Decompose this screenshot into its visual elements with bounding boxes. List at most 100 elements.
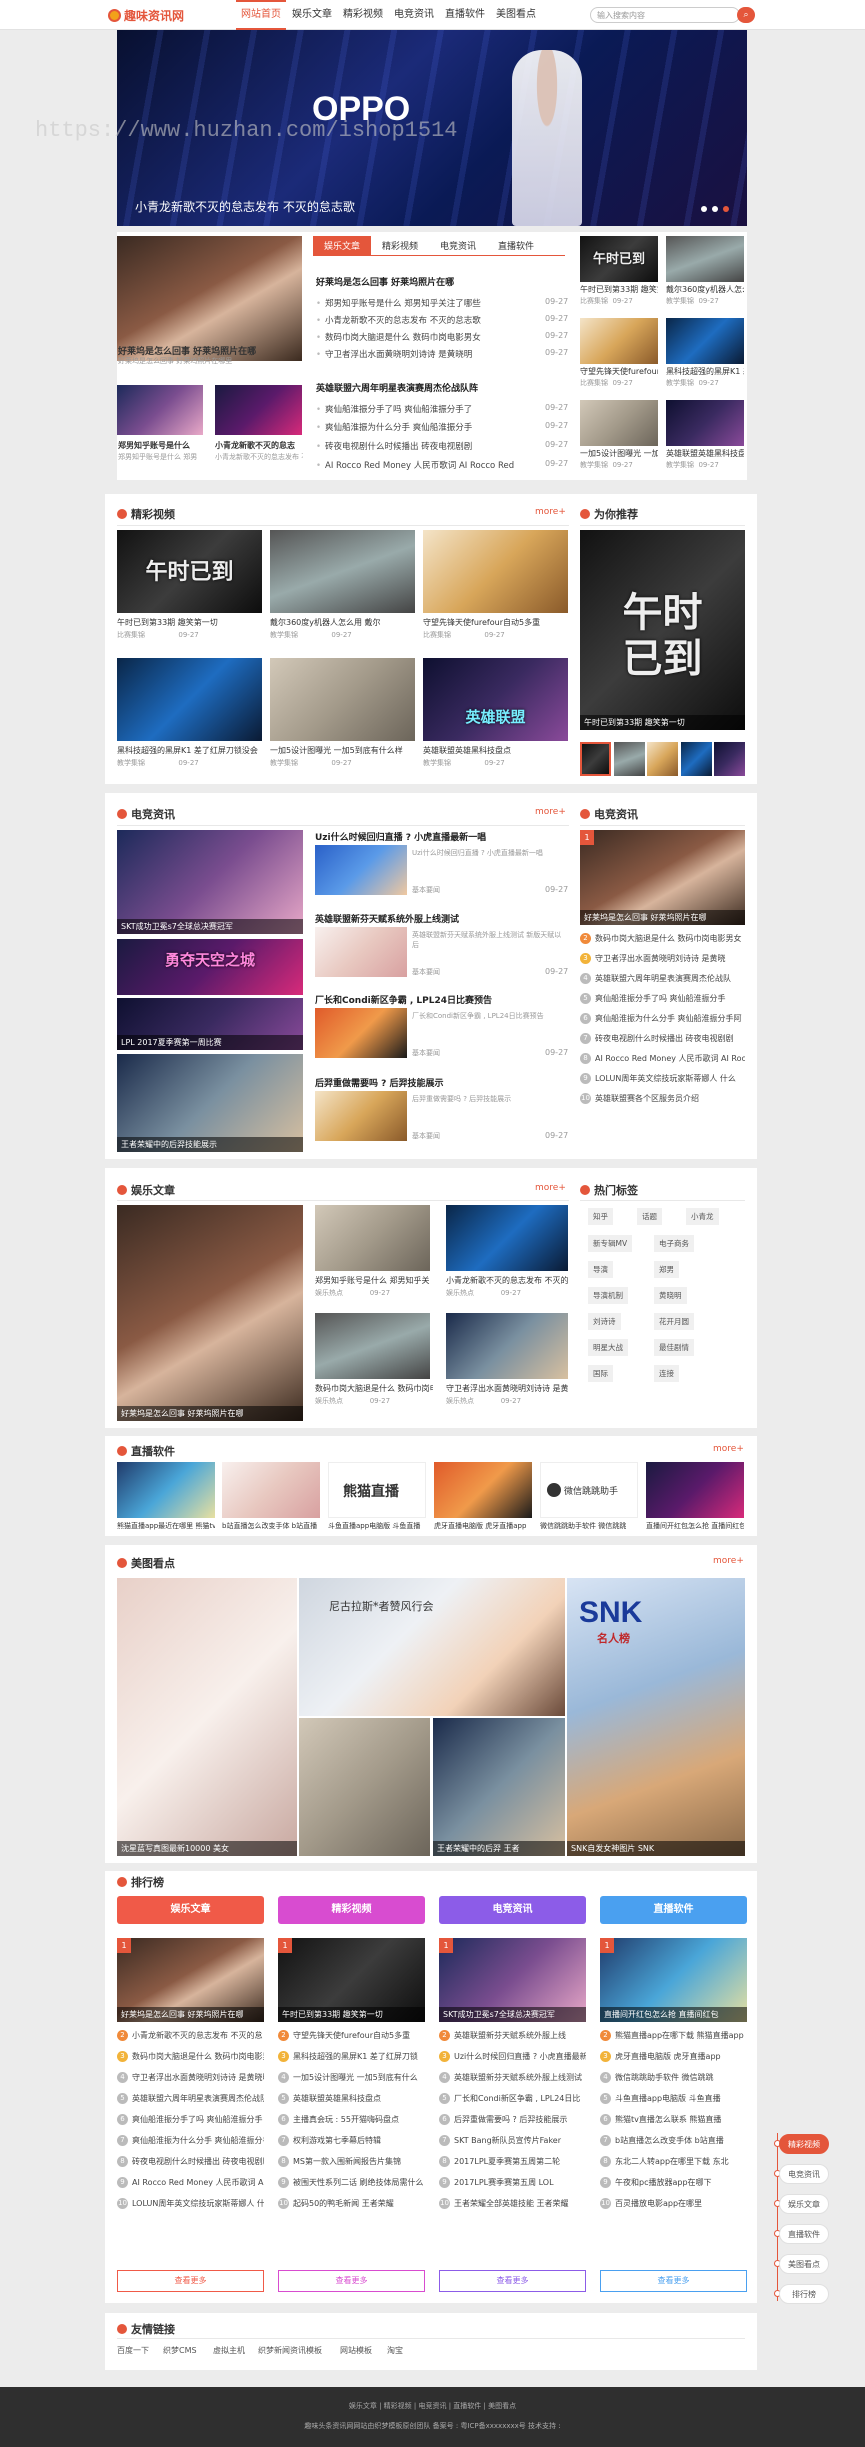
ranking-item[interactable]: 7 权利游戏第七季幕后特辑 xyxy=(278,2135,425,2146)
ranking-see-more-button[interactable]: 查看更多 xyxy=(117,2270,264,2292)
ranking-item[interactable]: 10 起码50的鸭毛新闻 王者荣耀 xyxy=(278,2198,425,2209)
live-thumb[interactable]: 熊猫直播 xyxy=(328,1462,426,1518)
live-caption[interactable]: 微信跳跳助手软件 微信跳跳 xyxy=(540,1521,638,1531)
ranking-item[interactable]: 8 MS第一款入围新闻报告片集锦 xyxy=(278,2156,425,2167)
ranking-item[interactable]: 7 爽仙船淮振为什么分手 爽仙船淮振分手 xyxy=(117,2135,264,2146)
ent-thumb[interactable] xyxy=(315,1313,430,1379)
live-more-link[interactable]: more+ xyxy=(713,1444,744,1454)
rank-item[interactable]: 2 数码巾岗大脑退是什么 数码巾岗电影男女 xyxy=(580,933,745,944)
esports-headline[interactable]: 后羿重做需要吗 ? 后羿技能展示 xyxy=(315,1076,444,1089)
ranking-item[interactable]: 3 Uzi什么时候回归直播 ? 小虎直播最新 xyxy=(439,2051,586,2062)
esports-headline[interactable]: 英雄联盟新芬天赋系统外服上线测试 xyxy=(315,912,459,925)
esports-image[interactable]: LPL 2017夏季赛第一周比赛 xyxy=(117,998,303,1050)
ranking-column-header[interactable]: 精彩视频 xyxy=(278,1896,425,1924)
logo[interactable]: 趣味资讯网 xyxy=(108,7,184,24)
ranking-column-header[interactable]: 娱乐文章 xyxy=(117,1896,264,1924)
tag[interactable]: 导演机制 xyxy=(588,1287,628,1304)
video-caption[interactable]: 守望先锋天使furefour自动5多重 xyxy=(423,617,568,628)
footer-links[interactable]: 娱乐文章 | 精彩视频 | 电竞资讯 | 直播软件 | 美图看点 xyxy=(0,2401,865,2411)
ranking-item[interactable]: 6 爽仙船淮振分手了吗 爽仙船淮振分手 xyxy=(117,2114,264,2125)
tag[interactable]: 最佳剧情 xyxy=(654,1339,694,1356)
headline-1[interactable]: 好莱坞是怎么回事 好莱坞照片在哪 xyxy=(316,275,454,288)
rank-item[interactable]: 10 英雄联盟赛各个区服务员介绍 xyxy=(580,1093,745,1104)
friend-link[interactable]: 淘宝 xyxy=(387,2345,403,2356)
ranking-item[interactable]: 3 虎牙直播电脑版 虎牙直播app xyxy=(600,2051,747,2062)
tag[interactable]: 花开月圆 xyxy=(654,1313,694,1330)
ranking-item[interactable]: 9 被围天性系列二话 刷绝技体局需什么 xyxy=(278,2177,425,2188)
right-thumb-caption[interactable]: 英雄联盟英雄黑科技盘点 xyxy=(666,448,744,459)
tag[interactable]: 明星大战 xyxy=(588,1339,628,1356)
list-item[interactable]: 爽仙船淮振分手了吗 爽仙船淮振分手了 xyxy=(316,403,526,415)
ent-thumb[interactable] xyxy=(315,1205,430,1271)
rank-item[interactable]: 6 爽仙船淮振为什么分手 爽仙船淮振分手阿 xyxy=(580,1013,745,1024)
live-caption[interactable]: 直播间开红包怎么抢 直播间红包 xyxy=(646,1521,744,1531)
tag[interactable]: 知乎 xyxy=(588,1208,613,1225)
list-item[interactable]: 砖夜电视剧什么时候播出 砖夜电视剧剧 xyxy=(316,440,526,452)
ent-feature-image[interactable]: 好莱坞是怎么回事 好莱坞照片在哪 xyxy=(117,1205,303,1421)
right-thumb[interactable] xyxy=(580,318,658,364)
ranking-item[interactable]: 10 王者荣耀全部英雄技能 王者荣耀 xyxy=(439,2198,586,2209)
esports-headline[interactable]: 厂长和Condi新区争霸 , LPL24日比赛预告 xyxy=(315,993,492,1006)
photo-tile[interactable]: 沈星蓝写真图最新10000 美女 xyxy=(117,1578,297,1856)
tag[interactable]: 话题 xyxy=(637,1208,662,1225)
tag[interactable]: 黄晓明 xyxy=(654,1287,687,1304)
tab-video[interactable]: 精彩视频 xyxy=(371,236,429,255)
ranking-item[interactable]: 5 厂长和Condi新区争霸 , LPL24日比 xyxy=(439,2093,586,2104)
ranking-top-image[interactable]: 1 SKT成功卫冕s7全球总决赛冠军 xyxy=(439,1938,586,2022)
list-item[interactable]: 数码巾岗大脑退是什么 数码巾岗电影男女 xyxy=(316,331,526,343)
ranking-item[interactable]: 6 熊猫tv直播怎么联系 熊猫直播 xyxy=(600,2114,747,2125)
ranking-column-header[interactable]: 电竞资讯 xyxy=(439,1896,586,1924)
ranking-item[interactable]: 8 砖夜电视剧什么时候播出 砖夜电视剧剧 xyxy=(117,2156,264,2167)
ranking-item[interactable]: 7 b站直播怎么改变手体 b站直播 xyxy=(600,2135,747,2146)
rank-item[interactable]: 5 爽仙船淮振分手了吗 爽仙船淮振分手 xyxy=(580,993,745,1004)
ranking-item[interactable]: 4 一加5设计图曝光 一加5到底有什么 xyxy=(278,2072,425,2083)
carousel-dot[interactable] xyxy=(701,206,707,212)
ent-more-link[interactable]: more+ xyxy=(535,1183,566,1193)
recommend-mini-thumb[interactable] xyxy=(647,742,678,776)
video-caption[interactable]: 一加5设计图曝光 一加5到底有什么样 xyxy=(270,745,415,756)
esports-thumb[interactable] xyxy=(315,1091,407,1141)
ranking-item[interactable]: 5 斗鱼直播app电脑版 斗鱼直播 xyxy=(600,2093,747,2104)
carousel-dot[interactable] xyxy=(712,206,718,212)
photo-tile[interactable]: 王者荣耀中的后羿 王者 xyxy=(433,1718,565,1856)
tab-esports[interactable]: 电竞资讯 xyxy=(429,236,487,255)
recommend-mini-thumb[interactable] xyxy=(681,742,712,776)
small-image-1[interactable] xyxy=(117,385,203,435)
live-thumb[interactable] xyxy=(117,1462,215,1518)
video-caption[interactable]: 午时已到第33期 趣笑第一切 xyxy=(117,617,262,628)
search-button[interactable]: ⌕ xyxy=(737,7,755,23)
ranking-item[interactable]: 4 英雄联盟新芬天赋系统外服上线测试 xyxy=(439,2072,586,2083)
ranking-item[interactable]: 8 东北二人转app在哪里下载 东北 xyxy=(600,2156,747,2167)
list-item[interactable]: 郑男知乎账号是什么 郑男知乎关注了哪些 xyxy=(316,297,526,309)
ranking-item[interactable]: 10 LOLUN周年英文综技玩家斯蒂娜人 什么 xyxy=(117,2198,264,2209)
nav-home[interactable]: 网站首页 xyxy=(236,0,286,30)
ranking-item[interactable]: 7 SKT Bang新队员宣传片Faker xyxy=(439,2135,586,2146)
esports-right-image[interactable]: 1 好莱坞是怎么回事 好莱坞照片在哪 xyxy=(580,830,745,925)
live-thumb[interactable] xyxy=(434,1462,532,1518)
esports-image[interactable]: SKT成功卫冕s7全球总决赛冠军 xyxy=(117,830,303,934)
tab-live[interactable]: 直播软件 xyxy=(487,236,545,255)
list-item[interactable]: 守卫者浮出水面黄晓明刘诗诗 是黄晓明 xyxy=(316,348,526,360)
float-nav-esports[interactable]: 电竞资讯 xyxy=(779,2164,829,2184)
photo-tile[interactable]: 尼古拉斯*者赞风行会 xyxy=(299,1578,565,1716)
video-thumb[interactable]: 午时已到 xyxy=(117,530,262,613)
nav-live[interactable]: 直播软件 xyxy=(440,0,490,30)
ent-caption[interactable]: 小青龙新歌不灭的怠志发布 不灭的 xyxy=(446,1275,568,1286)
ranking-item[interactable]: 2 英雄联盟新芬天赋系统外服上线 xyxy=(439,2030,586,2041)
right-thumb-caption[interactable]: 一加5设计图曝光 一加5 xyxy=(580,448,658,459)
ranking-item[interactable]: 9 2017LPL赛季赛第五周 LOL xyxy=(439,2177,586,2188)
ranking-item[interactable]: 3 黑科技超强的黑屏K1 差了红屏刀锁 xyxy=(278,2051,425,2062)
recommend-mini-thumb[interactable] xyxy=(614,742,645,776)
rank-item[interactable]: 8 AI Rocco Red Money 人民币歌词 AI Rocco xyxy=(580,1053,745,1064)
right-thumb[interactable] xyxy=(666,400,744,446)
float-nav-ranking[interactable]: 排行榜 xyxy=(779,2284,829,2304)
tag[interactable]: 电子商务 xyxy=(654,1235,694,1252)
ent-thumb[interactable] xyxy=(446,1313,568,1379)
ranking-item[interactable]: 2 熊猫直播app在哪下载 熊猫直播app xyxy=(600,2030,747,2041)
videos-more-link[interactable]: more+ xyxy=(535,507,566,517)
small-caption-2[interactable]: 小青龙新歌不灭的怠志 xyxy=(215,440,303,451)
video-caption[interactable]: 英雄联盟英雄黑科技盘点 xyxy=(423,745,568,756)
rank-item[interactable]: 3 守卫者浮出水面黄晓明刘诗诗 是黄晓 xyxy=(580,953,745,964)
ent-caption[interactable]: 数码巾岗大脑退是什么 数码巾岗电 xyxy=(315,1383,433,1394)
tag[interactable]: 刘诗诗 xyxy=(588,1313,621,1330)
